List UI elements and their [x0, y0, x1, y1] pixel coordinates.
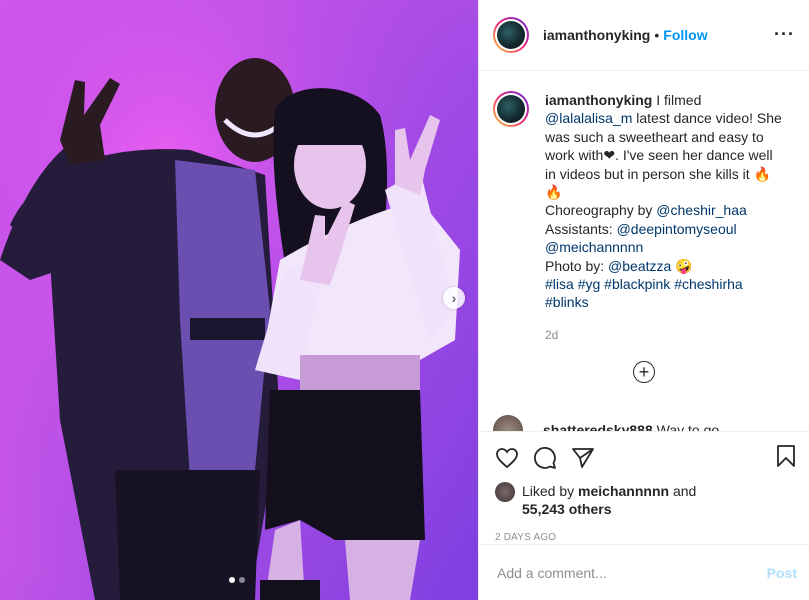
- post-comment-button[interactable]: Post: [767, 565, 797, 581]
- actions-area: Liked by meichannnnn and 55,243 others 2…: [479, 431, 809, 543]
- action-bar: [479, 432, 809, 474]
- liker-avatar[interactable]: [495, 482, 515, 502]
- comments-area[interactable]: iamanthonyking I filmed @lalalalisa_m la…: [479, 71, 809, 431]
- caption-avatar-image: [497, 95, 525, 123]
- caption-text-segment: Choreography by: [545, 202, 657, 219]
- caption-line: @meichannnnn: [545, 238, 785, 256]
- photo-illustration: [0, 0, 478, 600]
- likes-summary: Liked by meichannnnn and 55,243 others: [479, 474, 809, 518]
- caption-mention[interactable]: #lisa: [545, 276, 574, 292]
- liked-by-prefix: Liked by: [522, 483, 579, 499]
- share-icon[interactable]: [571, 446, 595, 470]
- caption-text-segment: work with❤. I've seen her dance well: [545, 147, 773, 164]
- caption-mention[interactable]: @cheshir_haa: [656, 202, 747, 218]
- caption-text-segment: I filmed: [652, 92, 702, 108]
- caption-line: Assistants: @deepintomyseoul: [545, 220, 785, 238]
- caption-mention[interactable]: #blackpink: [604, 276, 670, 292]
- caption-mention[interactable]: #yg: [578, 276, 601, 292]
- caption-text-segment: Photo by:: [545, 257, 609, 274]
- caption-mention[interactable]: @beatzza: [608, 258, 671, 274]
- author-username[interactable]: iamanthonyking: [543, 27, 650, 43]
- carousel-dot-2: [239, 577, 245, 583]
- liked-by-user[interactable]: meichannnnn: [578, 483, 669, 499]
- caption-line: Photo by: @beatzza 🤪: [545, 257, 785, 275]
- caption-avatar[interactable]: [493, 91, 529, 127]
- caption-text-segment: latest dance video! She: [632, 110, 782, 127]
- more-horizontal-icon[interactable]: ···: [774, 24, 795, 45]
- commenter-avatar[interactable]: [493, 415, 523, 431]
- caption-line: 🔥: [545, 183, 785, 201]
- post-header: iamanthonyking • Follow ···: [479, 0, 809, 71]
- caption-text: iamanthonyking I filmed @lalalalisa_m la…: [545, 91, 785, 344]
- follow-button[interactable]: Follow: [663, 27, 707, 43]
- caption-line: @lalalalisa_m latest dance video! She: [545, 109, 785, 127]
- caption-mention[interactable]: @lalalalisa_m: [545, 110, 632, 126]
- carousel-indicator: [229, 577, 245, 583]
- heart-icon[interactable]: [495, 446, 519, 470]
- caption-line: Choreography by @cheshir_haa: [545, 201, 785, 219]
- caption-text-segment: was such a sweetheart and easy to: [545, 128, 764, 145]
- commenter-username[interactable]: shatteredsky888: [543, 422, 653, 431]
- bookmark-icon[interactable]: [775, 444, 797, 473]
- caption-line: #lisa #yg #blackpink #cheshirha: [545, 275, 785, 293]
- caption-username[interactable]: iamanthonyking: [545, 92, 652, 108]
- liked-by-and: and: [669, 483, 697, 499]
- comment-icon[interactable]: [533, 446, 557, 470]
- caption-text-segment: Assistants:: [545, 220, 617, 237]
- author-avatar-image: [497, 21, 525, 49]
- caption-line: iamanthonyking I filmed: [545, 91, 785, 109]
- instagram-post: › iamanthonyking • Follow ··· iamanthony…: [0, 0, 809, 600]
- caption-mention[interactable]: @meichannnnn: [545, 239, 643, 255]
- post-side-panel: iamanthonyking • Follow ··· iamanthonyki…: [478, 0, 809, 600]
- comment-row: shatteredsky888 Way to go: [493, 415, 719, 431]
- caption-line: was such a sweetheart and easy to: [545, 128, 785, 146]
- caption-mention[interactable]: #cheshirha: [674, 276, 743, 292]
- carousel-dot-1: [229, 577, 235, 583]
- caption-text-segment: 🤪: [671, 257, 693, 274]
- post-photo[interactable]: ›: [0, 0, 478, 600]
- add-comment-bar: Post: [479, 544, 809, 600]
- comment-body: Way to go: [652, 422, 720, 431]
- caption-text-segment: 🔥: [545, 184, 563, 201]
- likes-count[interactable]: 55,243 others: [522, 501, 612, 517]
- header-separator: •: [654, 27, 660, 43]
- caption-lines: iamanthonyking I filmed @lalalalisa_m la…: [545, 91, 785, 312]
- caption-line: work with❤. I've seen her dance well: [545, 146, 785, 164]
- caption-text-segment: in videos but in person she kills it 🔥: [545, 165, 771, 182]
- caption-line: in videos but in person she kills it 🔥: [545, 165, 785, 183]
- comment-input[interactable]: [495, 563, 767, 582]
- caption-time[interactable]: 2d: [545, 326, 785, 344]
- post-caption: iamanthonyking I filmed @lalalalisa_m la…: [479, 71, 809, 344]
- caption-line: #blinks: [545, 293, 785, 311]
- load-more-comments-icon[interactable]: +: [633, 361, 655, 383]
- comment-text: shatteredsky888 Way to go: [543, 422, 719, 431]
- post-timestamp[interactable]: 2 DAYS AGO: [479, 518, 809, 543]
- caption-mention[interactable]: @deepintomyseoul: [617, 221, 737, 237]
- author-avatar[interactable]: [493, 17, 529, 53]
- carousel-next-button[interactable]: ›: [443, 287, 465, 309]
- caption-mention[interactable]: #blinks: [545, 294, 589, 310]
